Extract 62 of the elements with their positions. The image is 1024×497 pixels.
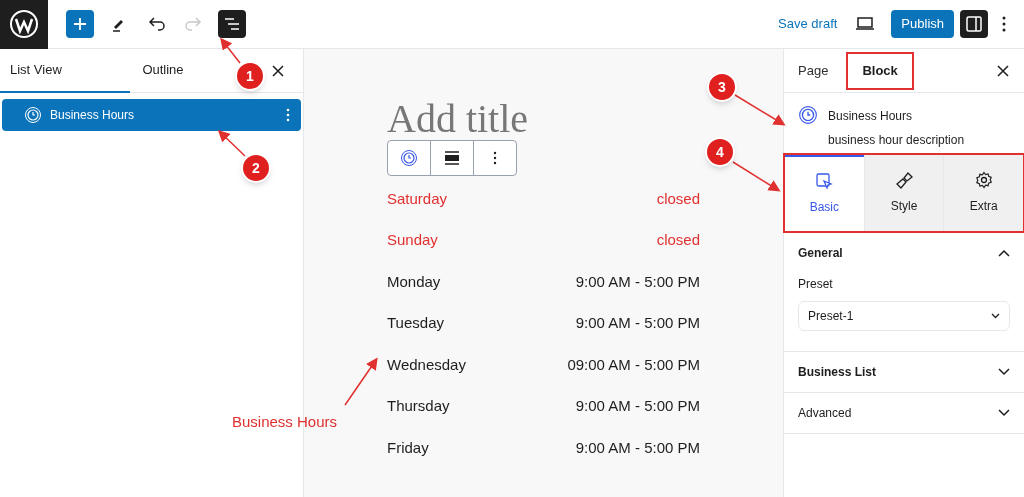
list-view-item[interactable]: Business Hours: [2, 99, 301, 131]
list-view-icon: [224, 17, 240, 31]
more-options-icon: [493, 151, 497, 165]
step-badge: 1: [235, 61, 265, 91]
annotation-arrow: [217, 129, 246, 157]
hours-text: closed: [656, 188, 700, 209]
brush-icon: [895, 171, 913, 189]
day-name: Wednesday: [387, 354, 466, 375]
hours-text: closed: [656, 230, 700, 250]
chevron-icon: [998, 409, 1010, 417]
annotation-label: Business Hours: [232, 412, 338, 432]
panel-tab[interactable]: Outline: [130, 48, 196, 93]
preset-select[interactable]: Preset-1: [798, 301, 1010, 331]
stopwatch-icon: [400, 149, 418, 167]
publish-button[interactable]: Publish: [891, 10, 954, 38]
stopwatch-icon: [24, 106, 42, 124]
day-name: Thursday: [387, 396, 450, 416]
close-icon[interactable]: [996, 63, 1010, 78]
gear-icon: [974, 171, 993, 189]
block-name: Business Hours: [828, 108, 914, 125]
section-header[interactable]: Advanced: [798, 393, 1010, 433]
day-name: Saturday: [387, 188, 448, 209]
save-draft-button[interactable]: Save draft: [778, 14, 838, 34]
hours-text: 9:00 AM - 5:00 PM: [575, 313, 700, 333]
desktop-preview-icon[interactable]: [855, 16, 876, 32]
settings-panel-button[interactable]: [960, 10, 988, 38]
day-name: Monday: [387, 271, 441, 292]
item-label: Business Hours: [50, 107, 135, 124]
settings-tab[interactable]: Style: [863, 155, 944, 231]
block-description: business hour description: [828, 132, 965, 149]
plus-icon: [73, 17, 87, 31]
chevron-icon: [991, 313, 1000, 319]
hours-text: 9:00 AM - 5:00 PM: [575, 396, 700, 416]
sidebar-tab[interactable]: Page: [790, 53, 837, 88]
annotation-arrow: [220, 37, 241, 64]
hours-text: 9:00 AM - 5:00 PM: [575, 271, 700, 292]
sidebar-icon: [966, 16, 982, 32]
close-icon[interactable]: [271, 63, 285, 78]
cursor-icon: [815, 172, 834, 190]
annotation-arrow: [734, 94, 786, 126]
settings-tab[interactable]: Extra: [943, 155, 1023, 231]
section-header[interactable]: General: [798, 233, 1010, 273]
logo-icon[interactable]: [0, 0, 48, 49]
align-icon: [445, 151, 459, 165]
add-block-button[interactable]: [66, 10, 94, 38]
day-name: Friday: [387, 437, 429, 458]
field-label: Preset: [798, 276, 834, 293]
day-name: Sunday: [387, 230, 438, 250]
hours-text: 09:00 AM - 5:00 PM: [567, 354, 700, 375]
title-placeholder[interactable]: Add title: [387, 99, 529, 139]
list-view-button[interactable]: [218, 10, 246, 38]
chevron-icon: [998, 249, 1010, 257]
chevron-icon: [998, 368, 1010, 376]
panel-tab[interactable]: List View: [0, 48, 130, 93]
stopwatch-icon: [798, 105, 818, 125]
annotation-arrow: [344, 357, 378, 406]
section-header[interactable]: Business List: [798, 352, 1010, 392]
annotation-arrow: [732, 161, 781, 192]
sidebar-tab[interactable]: Block: [848, 53, 912, 88]
hours-text: 9:00 AM - 5:00 PM: [575, 437, 700, 458]
day-name: Tuesday: [387, 313, 444, 333]
step-badge: 2: [241, 153, 271, 183]
